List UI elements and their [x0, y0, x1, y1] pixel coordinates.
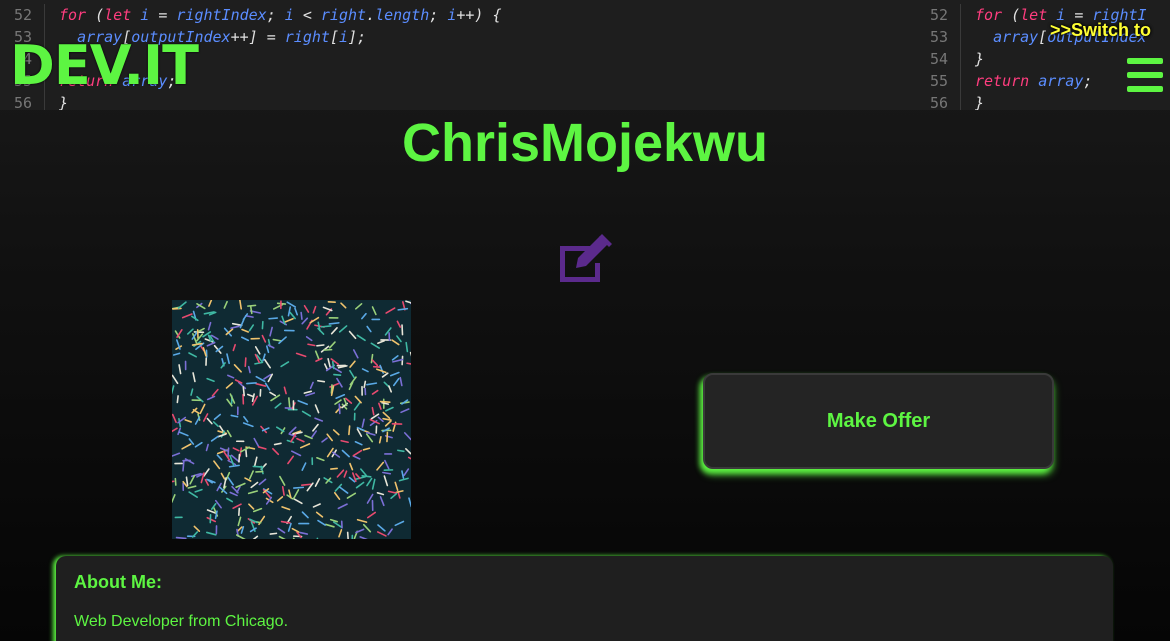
avatar	[172, 300, 411, 539]
about-title: About Me:	[74, 572, 162, 592]
profile-username: ChrisMojekwu	[401, 113, 769, 173]
about-card: About Me: Web Developer from Chicago.	[56, 556, 1113, 641]
switch-mode-link[interactable]: >>Switch to	[1050, 20, 1151, 41]
line-number: 55	[929, 72, 948, 90]
make-offer-button[interactable]: Make Offer	[703, 373, 1054, 469]
hamburger-menu-icon[interactable]	[1127, 58, 1163, 92]
code-line: 54}	[924, 48, 1147, 70]
line-number: 53	[929, 28, 948, 46]
line-number: 54	[929, 50, 948, 68]
code-text: }	[975, 94, 985, 110]
site-logo[interactable]: DEV.IT	[10, 34, 199, 97]
line-number: 52	[929, 6, 948, 24]
line-number: 52	[13, 6, 32, 24]
code-line: 56}	[924, 92, 1147, 110]
about-text: Web Developer from Chicago.	[74, 613, 289, 630]
code-line: 52 for (let i = rightIndex; i < right.len…	[8, 4, 502, 26]
edit-icon[interactable]	[556, 234, 614, 284]
code-line: 55 return array;	[924, 70, 1147, 92]
code-text: return array;	[975, 72, 1093, 90]
code-text: for (let i = rightIndex; i < right.lengt…	[59, 6, 502, 24]
code-text: }	[975, 50, 985, 68]
line-number: 56	[929, 94, 948, 110]
